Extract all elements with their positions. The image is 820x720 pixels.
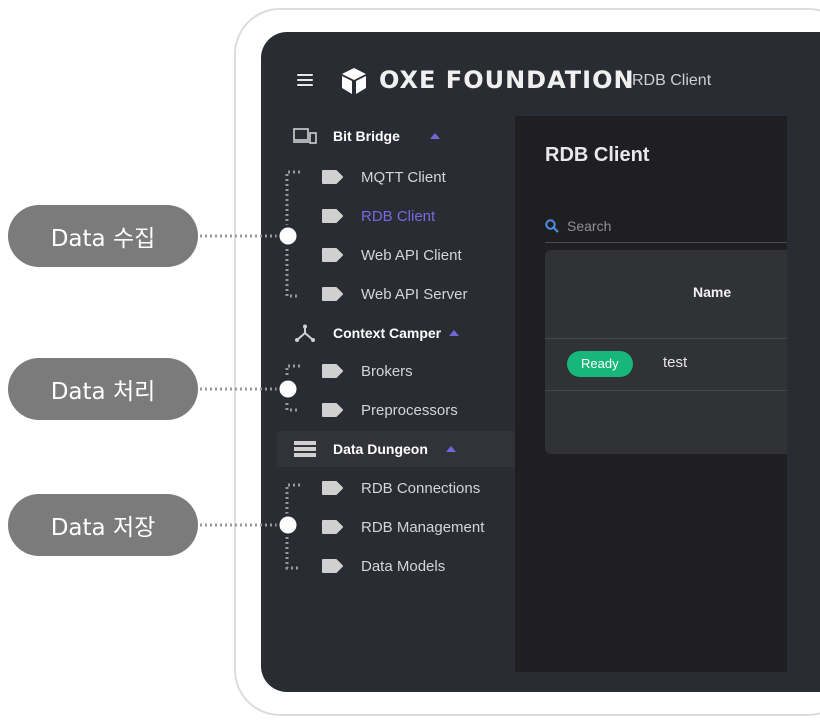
callout-data-storage: Data 저장: [8, 494, 198, 556]
callout-data-collection: Data 수집: [8, 205, 198, 267]
callout-data-processing: Data 처리: [8, 358, 198, 420]
